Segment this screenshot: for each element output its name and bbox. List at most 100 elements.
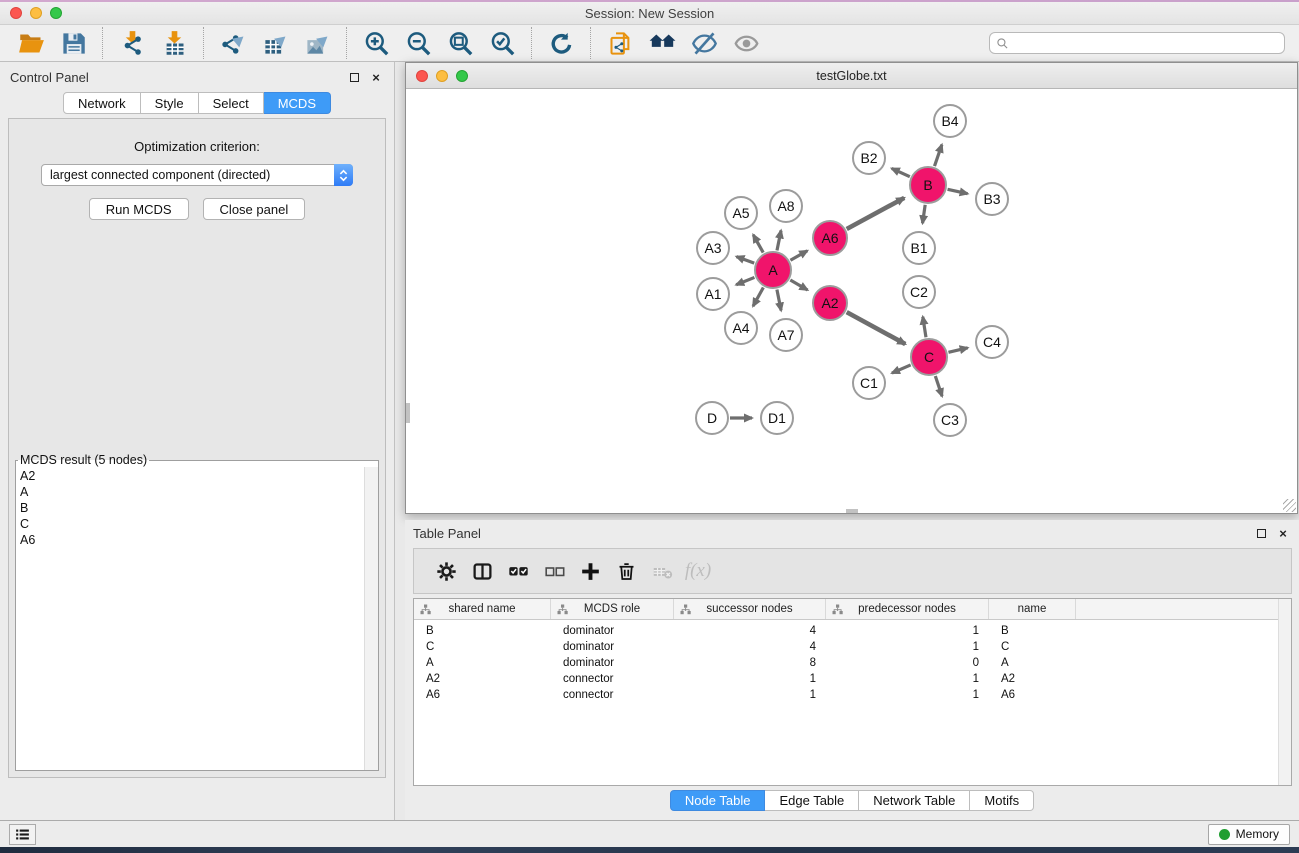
edge-A6-B[interactable] xyxy=(847,198,905,229)
table-row[interactable]: A6connector11A6 xyxy=(414,687,1291,703)
close-panel-icon[interactable]: × xyxy=(368,69,384,85)
edge-A-A3[interactable] xyxy=(736,257,754,264)
edge-A-A8[interactable] xyxy=(777,230,781,250)
tab-network[interactable]: Network xyxy=(63,92,141,114)
table-settings-icon[interactable] xyxy=(431,558,461,584)
mcds-result-item[interactable]: B xyxy=(20,500,378,516)
column-header-shared-name[interactable]: shared name xyxy=(414,599,551,619)
titlebar[interactable]: Session: New Session xyxy=(0,2,1299,25)
table-row[interactable]: Cdominator41C xyxy=(414,639,1291,655)
mcds-result-item[interactable]: C xyxy=(20,516,378,532)
show-panel-icon[interactable] xyxy=(729,28,763,58)
delete-column-icon[interactable] xyxy=(611,558,641,584)
import-table-icon[interactable] xyxy=(157,28,191,58)
horizontal-scrollbar-handle[interactable] xyxy=(846,509,858,513)
graph-node-D[interactable]: D xyxy=(695,401,729,435)
add-column-icon[interactable] xyxy=(575,558,605,584)
network-canvas[interactable]: B4 B2 B B3 B1 A5 A8 A6 A3 A A1 C2 A4 A7 A2 C4 C C1 C3 D D1 xyxy=(406,89,1297,513)
mcds-result-item[interactable]: A xyxy=(20,484,378,500)
search-input[interactable] xyxy=(1013,36,1278,50)
graph-node-A2[interactable]: A2 xyxy=(812,285,848,321)
search-field[interactable] xyxy=(989,32,1285,54)
zoom-in-icon[interactable] xyxy=(359,28,393,58)
run-mcds-button[interactable]: Run MCDS xyxy=(89,198,189,220)
table-row[interactable]: Bdominator41B xyxy=(414,623,1291,639)
edge-A-A2[interactable] xyxy=(790,280,807,290)
column-header-name[interactable]: name xyxy=(989,599,1076,619)
graph-node-B4[interactable]: B4 xyxy=(933,104,967,138)
graph-node-C3[interactable]: C3 xyxy=(933,403,967,437)
graph-node-C4[interactable]: C4 xyxy=(975,325,1009,359)
mcds-result-item[interactable]: A2 xyxy=(20,468,378,484)
edge-C-C3[interactable] xyxy=(935,376,942,396)
edge-B-B1[interactable] xyxy=(923,205,926,223)
select-all-icon[interactable] xyxy=(503,558,533,584)
table-row[interactable]: A2connector11A2 xyxy=(414,671,1291,687)
graph-node-A4[interactable]: A4 xyxy=(724,311,758,345)
graph-node-B2[interactable]: B2 xyxy=(852,141,886,175)
zoom-selected-icon[interactable] xyxy=(485,28,519,58)
memory-button[interactable]: Memory xyxy=(1208,824,1290,845)
edge-C-C2[interactable] xyxy=(923,317,926,338)
graph-node-D1[interactable]: D1 xyxy=(760,401,794,435)
edge-B-B4[interactable] xyxy=(935,145,942,166)
import-network-icon[interactable] xyxy=(115,28,149,58)
home-icon[interactable] xyxy=(645,28,679,58)
export-image-icon[interactable] xyxy=(300,28,334,58)
edge-C-C1[interactable] xyxy=(892,365,911,373)
table-tab-edge-table[interactable]: Edge Table xyxy=(765,790,859,811)
graph-node-B1[interactable]: B1 xyxy=(902,231,936,265)
zoom-out-icon[interactable] xyxy=(401,28,435,58)
edge-A-A6[interactable] xyxy=(790,251,807,260)
graph-node-A8[interactable]: A8 xyxy=(769,189,803,223)
edge-A-A1[interactable] xyxy=(736,277,754,284)
optimization-criterion-select[interactable]: largest connected component (directed) xyxy=(41,164,353,186)
resize-grip[interactable] xyxy=(1283,499,1296,512)
graph-node-A7[interactable]: A7 xyxy=(769,318,803,352)
edge-B-B3[interactable] xyxy=(948,189,968,193)
float-table-panel-icon[interactable] xyxy=(1253,526,1269,542)
table-tab-node-table[interactable]: Node Table xyxy=(670,790,766,811)
network-window-titlebar[interactable]: testGlobe.txt xyxy=(406,63,1297,89)
column-visibility-icon[interactable] xyxy=(467,558,497,584)
close-panel-button[interactable]: Close panel xyxy=(203,198,306,220)
edge-A-A4[interactable] xyxy=(753,288,763,307)
edge-C-C4[interactable] xyxy=(948,348,967,353)
graph-node-A6[interactable]: A6 xyxy=(812,220,848,256)
graph-node-A5[interactable]: A5 xyxy=(724,196,758,230)
graph-node-A3[interactable]: A3 xyxy=(696,231,730,265)
float-panel-icon[interactable] xyxy=(346,69,362,85)
edge-A-A5[interactable] xyxy=(753,235,763,253)
table-tab-motifs[interactable]: Motifs xyxy=(970,790,1034,811)
tab-select[interactable]: Select xyxy=(199,92,264,114)
copy-network-icon[interactable] xyxy=(603,28,637,58)
hide-panel-icon[interactable] xyxy=(687,28,721,58)
close-table-panel-icon[interactable]: × xyxy=(1275,526,1291,542)
graph-node-B[interactable]: B xyxy=(909,166,947,204)
task-history-button[interactable] xyxy=(9,824,36,845)
open-file-icon[interactable] xyxy=(14,28,48,58)
export-table-icon[interactable] xyxy=(258,28,292,58)
graph-node-A[interactable]: A xyxy=(754,251,792,289)
refresh-icon[interactable] xyxy=(544,28,578,58)
mcds-result-item[interactable]: A6 xyxy=(20,532,378,548)
tab-style[interactable]: Style xyxy=(141,92,199,114)
column-header-successor-nodes[interactable]: successor nodes xyxy=(674,599,826,619)
graph-node-C1[interactable]: C1 xyxy=(852,366,886,400)
table-tab-network-table[interactable]: Network Table xyxy=(859,790,970,811)
edge-B-B2[interactable] xyxy=(892,168,910,176)
vertical-scrollbar-handle[interactable] xyxy=(406,403,410,423)
table-scrollbar[interactable] xyxy=(1278,599,1291,785)
graph-node-C2[interactable]: C2 xyxy=(902,275,936,309)
column-header-predecessor-nodes[interactable]: predecessor nodes xyxy=(826,599,989,619)
save-session-icon[interactable] xyxy=(56,28,90,58)
table-row[interactable]: Adominator80A xyxy=(414,655,1291,671)
graph-node-C[interactable]: C xyxy=(910,338,948,376)
deselect-all-icon[interactable] xyxy=(539,558,569,584)
column-header-mcds-role[interactable]: MCDS role xyxy=(551,599,674,619)
graph-node-B3[interactable]: B3 xyxy=(975,182,1009,216)
graph-node-A1[interactable]: A1 xyxy=(696,277,730,311)
edge-A-A7[interactable] xyxy=(777,290,781,311)
edge-A2-C[interactable] xyxy=(847,312,906,344)
export-network-icon[interactable] xyxy=(216,28,250,58)
